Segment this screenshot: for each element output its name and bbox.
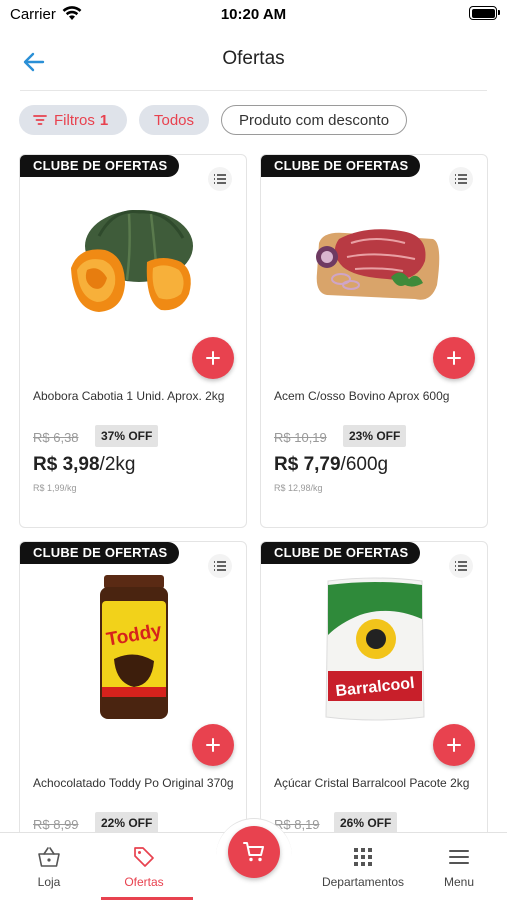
price: R$ 3,98/2kg bbox=[33, 454, 135, 476]
discount-badge: 37% OFF bbox=[95, 425, 159, 447]
product-card[interactable]: CLUBE DE OFERTAS Acem C/osso Bovino Apro… bbox=[260, 154, 488, 528]
filters-button[interactable]: Filtros 1 bbox=[19, 105, 127, 135]
filter-icon bbox=[33, 115, 47, 125]
add-to-cart-button[interactable] bbox=[433, 724, 475, 766]
nav-ofertas[interactable]: Ofertas bbox=[99, 845, 189, 889]
nav-departamentos-label: Departamentos bbox=[321, 875, 405, 889]
add-to-cart-button[interactable] bbox=[192, 724, 234, 766]
product-name: Açúcar Cristal Barralcool Pacote 2kg bbox=[274, 776, 470, 790]
plus-icon bbox=[447, 738, 461, 752]
product-image-sugar[interactable]: Barralcool bbox=[281, 572, 469, 727]
product-card[interactable]: CLUBE DE OFERTAS Abobora Cabotia 1 Unid.… bbox=[19, 154, 247, 528]
product-image-pumpkin[interactable] bbox=[40, 185, 228, 340]
page-title: Ofertas bbox=[222, 48, 285, 69]
cart-button[interactable] bbox=[228, 826, 280, 878]
product-name: Achocolatado Toddy Po Original 370g bbox=[33, 776, 234, 790]
old-price: R$ 10,19 bbox=[274, 430, 327, 445]
unit-price: R$ 12,98/kg bbox=[274, 483, 323, 493]
nav-menu-label: Menu bbox=[443, 875, 475, 889]
clube-ofertas-badge: CLUBE DE OFERTAS bbox=[261, 155, 421, 177]
plus-icon bbox=[447, 351, 461, 365]
price: R$ 7,79/600g bbox=[274, 454, 388, 476]
plus-icon bbox=[206, 738, 220, 752]
clube-ofertas-badge: CLUBE DE OFERTAS bbox=[20, 155, 180, 177]
old-price: R$ 6,38 bbox=[33, 430, 79, 445]
grid-icon bbox=[318, 845, 408, 869]
nav-departamentos[interactable]: Departamentos bbox=[318, 845, 408, 889]
product-name: Acem C/osso Bovino Aprox 600g bbox=[274, 389, 450, 403]
discount-badge: 22% OFF bbox=[95, 812, 159, 834]
discount-badge: 23% OFF bbox=[343, 425, 407, 447]
add-to-cart-button[interactable] bbox=[192, 337, 234, 379]
filters-label: Filtros bbox=[54, 111, 95, 129]
basket-icon bbox=[4, 845, 94, 869]
product-image-beef[interactable] bbox=[281, 185, 469, 340]
add-to-cart-button[interactable] bbox=[433, 337, 475, 379]
clock: 10:20 AM bbox=[220, 6, 287, 23]
tag-icon bbox=[99, 845, 189, 869]
battery-icon bbox=[469, 6, 500, 20]
price-unit: /600g bbox=[340, 454, 389, 475]
nav-ofertas-label: Ofertas bbox=[124, 875, 164, 889]
price-value: R$ 7,79 bbox=[274, 454, 341, 475]
todos-chip[interactable]: Todos bbox=[139, 105, 209, 135]
nav-loja-label: Loja bbox=[37, 875, 61, 889]
menu-icon bbox=[414, 845, 504, 869]
header-divider bbox=[20, 90, 487, 91]
cart-icon bbox=[243, 842, 264, 862]
price-value: R$ 3,98 bbox=[33, 454, 100, 475]
filter-bar: Filtros 1 Todos Produto com desconto bbox=[19, 105, 407, 135]
unit-price: R$ 1,99/kg bbox=[33, 483, 77, 493]
discount-product-chip[interactable]: Produto com desconto bbox=[221, 105, 407, 135]
clube-ofertas-badge: CLUBE DE OFERTAS bbox=[261, 542, 421, 564]
status-bar: Carrier 10:20 AM bbox=[0, 0, 507, 28]
filters-count: 1 bbox=[99, 111, 109, 129]
product-name: Abobora Cabotia 1 Unid. Aprox. 2kg bbox=[33, 389, 225, 403]
clube-ofertas-badge: CLUBE DE OFERTAS bbox=[20, 542, 180, 564]
header: Ofertas bbox=[0, 36, 507, 86]
old-price: R$ 8,99 bbox=[33, 817, 79, 832]
nav-loja[interactable]: Loja bbox=[4, 845, 94, 889]
nav-menu[interactable]: Menu bbox=[414, 845, 504, 889]
product-image-toddy[interactable]: Toddy bbox=[40, 572, 228, 727]
price-unit: /2kg bbox=[99, 454, 136, 475]
plus-icon bbox=[206, 351, 220, 365]
discount-badge: 26% OFF bbox=[334, 812, 398, 834]
